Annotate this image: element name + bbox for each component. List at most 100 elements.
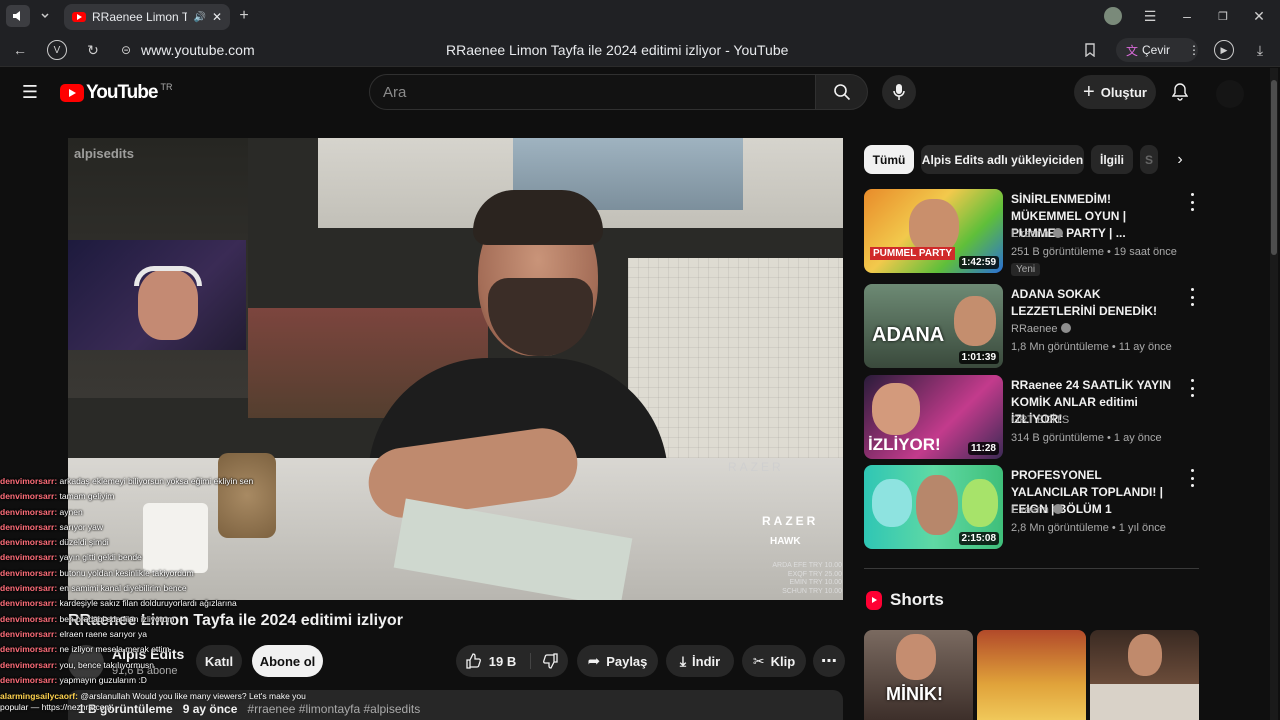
tab-audio-icon[interactable]: 🔊 [193, 12, 205, 23]
like-dislike-group: 19 B [456, 645, 568, 677]
thumb-text: ADANA [872, 324, 945, 346]
create-button[interactable]: + Oluştur [1074, 75, 1156, 109]
chip-from-uploader[interactable]: Alpis Edits adlı yükleyiciden [921, 145, 1084, 174]
download-arrow-icon[interactable]: ⤓ [1250, 40, 1270, 60]
download-button[interactable]: ⤓ İndir [666, 645, 734, 677]
donation-line: ARDA EFE TRY 10.00 [772, 562, 842, 569]
youtube-logo[interactable]: YouTube TR [60, 82, 172, 104]
shorts-logo-icon [866, 590, 882, 610]
verified-check-icon [1061, 323, 1072, 333]
download-icon: ⤓ [679, 652, 687, 669]
browser-menu-icon[interactable]: ☰ [1141, 7, 1159, 25]
short-text: MİNİK! [886, 684, 943, 704]
shorts-header: Shorts [866, 590, 944, 610]
browser-tab-active[interactable]: RRaenee Limon Tayf 🔊 ✕ [64, 4, 230, 30]
recommendation-meta: 251 B görüntüleme • 19 saat önce [1011, 246, 1177, 258]
guide-menu-icon[interactable]: ☰ [20, 82, 40, 102]
overlay-hawk-logo: HAWK [770, 536, 801, 547]
audio-icon[interactable] [6, 5, 30, 27]
chip-related[interactable]: İlgili [1091, 145, 1133, 174]
video-thumbnail[interactable]: İZLİYOR! 11:28 [864, 375, 1003, 459]
overlay-donations: ARDA EFE TRY 10.00 EXQF TRY 25.00 EMIN T… [762, 562, 842, 596]
video-thumbnail[interactable]: 2:15:08 [864, 465, 1003, 549]
minimize-icon[interactable]: – [1178, 7, 1196, 25]
translate-button[interactable]: 文 Çevir ⋮ [1116, 38, 1200, 62]
recommendation-meta: 2,8 Mn görüntüleme • 1 yıl önce [1011, 522, 1166, 534]
tab-list-chevron-icon[interactable] [36, 7, 54, 25]
translate-icon: 文 [1126, 43, 1139, 58]
chat-line: denvimorsarr: yayın gitti geldi bende [0, 552, 142, 563]
recommendation-menu-icon[interactable] [1186, 469, 1198, 487]
restore-icon[interactable]: ❐ [1214, 7, 1232, 25]
share-label: Paylaş [606, 653, 648, 669]
recommendation-menu-icon[interactable] [1186, 379, 1198, 397]
chat-line: denvimorsarr: arkadaş eklemeyi biliyorsu… [0, 476, 254, 486]
chat-line: denvimorsarr: you, bence takılıyormusn [0, 659, 155, 670]
webcam-overlay [68, 240, 246, 350]
chat-line: denvimorsarr: sarıyor yaw [0, 521, 104, 532]
url-text[interactable]: www.youtube.com [141, 42, 255, 58]
site-info-icon[interactable]: ⊝ [117, 41, 135, 59]
logo-text: YouTube [86, 82, 158, 103]
short-thumbnail[interactable] [977, 630, 1086, 720]
scrollbar-thumb[interactable] [1271, 80, 1277, 255]
tab-close-icon[interactable]: ✕ [212, 10, 222, 24]
profile-avatar[interactable] [1104, 7, 1122, 25]
recommendation-title[interactable]: ADANA SOKAK LEZZETLERİNİ DENEDİK! [1011, 286, 1181, 320]
recommendation-channel[interactable]: Elraenn [1011, 504, 1063, 516]
page-title: RRaenee Limon Tayfa ile 2024 editimi izl… [446, 42, 789, 58]
thumb-face [872, 383, 920, 435]
thumb-face [909, 199, 959, 254]
chat-line: denvimorsarr: kardeşiyle sakız filan dol… [0, 598, 237, 609]
chip-partial[interactable]: S [1140, 145, 1158, 174]
recommendation-item[interactable]: PUMMEL PARTY 1:42:59 SİNİRLENMEDİM! MÜKE… [864, 189, 1204, 276]
download-label: İndir [692, 653, 721, 669]
recommendation-item[interactable]: İZLİYOR! 11:28 RRaenee 24 SAATLİK YAYIN … [864, 375, 1204, 459]
search-box[interactable] [369, 74, 816, 110]
video-thumbnail[interactable]: PUMMEL PARTY 1:42:59 [864, 189, 1003, 273]
recommendation-channel[interactable]: Elraenn [1011, 228, 1063, 240]
chat-line: denvimorsarr: düzeldi şimdi [0, 537, 109, 548]
more-actions-button[interactable]: ⋯ [813, 645, 845, 677]
microphone-icon [893, 84, 905, 100]
thumbs-down-icon [543, 653, 558, 669]
recommendation-menu-icon[interactable] [1186, 288, 1198, 306]
chat-promo-line: alarmingsailycaorf: @arslanullah Would y… [0, 691, 306, 713]
search-icon [833, 84, 850, 101]
like-button[interactable]: 19 B [465, 653, 532, 669]
short-thumbnail[interactable]: MİNİK! [864, 630, 973, 720]
plus-icon: + [1083, 80, 1095, 103]
section-divider [864, 568, 1199, 569]
bookmark-icon[interactable] [1080, 40, 1100, 60]
video-scene-hair [473, 190, 603, 245]
recommendation-item[interactable]: ADANA 1:01:39 ADANA SOKAK LEZZETLERİNİ D… [864, 284, 1204, 368]
video-thumbnail[interactable]: ADANA 1:01:39 [864, 284, 1003, 368]
media-control-icon[interactable]: ▶ [1214, 40, 1234, 60]
share-button[interactable]: ➦ Paylaş [577, 645, 658, 677]
reload-icon[interactable]: ↻ [83, 40, 103, 60]
new-tab-plus-icon[interactable]: + [234, 6, 254, 26]
like-count: 19 B [488, 653, 517, 669]
notifications-bell-icon[interactable] [1170, 82, 1190, 102]
clip-button[interactable]: ✂ Klip [742, 645, 806, 677]
search-button[interactable] [815, 74, 868, 110]
browser-logo-icon[interactable]: V [47, 40, 67, 60]
voice-search-button[interactable] [882, 75, 916, 109]
recommendation-channel[interactable]: RRaenee [1011, 323, 1072, 335]
window-close-icon[interactable]: ✕ [1250, 7, 1268, 25]
search-input[interactable] [383, 83, 815, 101]
chat-line: denvimorsarr: yapmayın guzularım :D [0, 674, 147, 685]
account-avatar[interactable] [1216, 80, 1244, 108]
recommendation-menu-icon[interactable] [1186, 193, 1198, 211]
thumb-face [896, 634, 936, 680]
youtube-play-icon [60, 84, 84, 102]
dislike-button[interactable] [531, 653, 559, 669]
chip-all[interactable]: Tümü [864, 145, 914, 174]
translate-more-icon[interactable]: ⋮ [1188, 43, 1200, 57]
short-thumbnail[interactable] [1090, 630, 1199, 720]
chat-line: denvimorsarr: ben oradabi sda filan izli… [0, 613, 175, 624]
chips-next-chevron-icon[interactable]: › [1170, 150, 1190, 170]
back-arrow-icon[interactable]: ← [10, 40, 30, 60]
recommendation-channel[interactable]: GRT EDİTS [1011, 414, 1069, 426]
recommendation-item[interactable]: 2:15:08 PROFESYONEL YALANCILAR TOPLANDI!… [864, 465, 1204, 549]
